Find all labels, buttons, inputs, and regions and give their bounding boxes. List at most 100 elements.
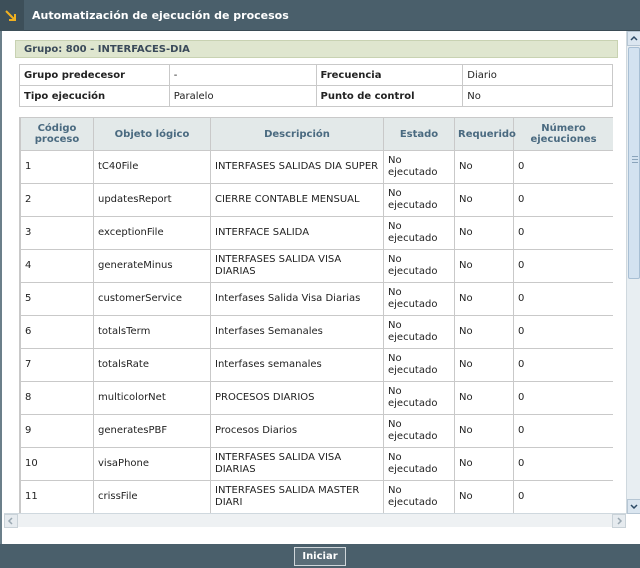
scroll-down-button[interactable]	[627, 499, 640, 514]
cell-required: No	[454, 381, 514, 415]
cell-executions: 0	[513, 216, 613, 250]
cell-status: No ejecutado	[383, 249, 455, 283]
chevron-down-icon	[630, 504, 638, 510]
cell-description: CIERRE CONTABLE MENSUAL	[210, 183, 384, 217]
cell-executions: 0	[513, 315, 613, 349]
scroll-right-button[interactable]	[612, 514, 626, 528]
checkpoint-label: Punto de control	[315, 85, 464, 107]
cell-object: totalsRate	[93, 348, 211, 382]
exec-type-value: Paralelo	[168, 85, 317, 107]
vertical-scrollbar[interactable]	[626, 31, 640, 514]
main-content: Grupo: 800 - INTERFACES-DIA	[15, 40, 618, 58]
chevron-right-icon	[617, 517, 623, 525]
chevron-left-icon	[7, 517, 13, 525]
cell-description: Interfases Salida Visa Diarias	[210, 282, 384, 316]
content-frame: Grupo: 800 - INTERFACES-DIA Grupo predec…	[0, 31, 640, 544]
exec-type-label: Tipo ejecución	[19, 85, 170, 107]
cell-object: totalsTerm	[93, 315, 211, 349]
cell-status: No ejecutado	[383, 381, 455, 415]
cell-required: No	[454, 447, 514, 481]
cell-description: INTERFASES SALIDAS DIA SUPER	[210, 150, 384, 184]
start-button[interactable]: Iniciar	[294, 547, 346, 566]
scroll-up-button[interactable]	[627, 31, 640, 46]
cell-required: No	[454, 150, 514, 184]
process-grid: Código proceso Objeto lógico Descripción…	[20, 117, 613, 514]
cell-executions: 0	[513, 480, 613, 514]
scroll-left-button[interactable]	[4, 514, 18, 528]
footer-bar: Iniciar	[0, 544, 640, 568]
table-row[interactable]: 3 exceptionFile INTERFACE SALIDA No ejecuta…	[20, 216, 613, 250]
cell-description: Interfases semanales	[210, 348, 384, 382]
horizontal-scrollbar[interactable]	[4, 513, 626, 528]
grid-header-row: Código proceso Objeto lógico Descripción…	[20, 117, 613, 151]
cell-code: 5	[20, 282, 94, 316]
table-row[interactable]: 11 crissFile INTERFASES SALIDA MASTER DIAR…	[20, 480, 613, 514]
cell-code: 11	[20, 480, 94, 514]
cell-object: generatesPBF	[93, 414, 211, 448]
cell-description: INTERFASES SALIDA MASTER DIARI	[210, 480, 384, 514]
cell-object: updatesReport	[93, 183, 211, 217]
col-header-required[interactable]: Requerido	[454, 117, 516, 151]
process-grid-container: Código proceso Objeto lógico Descripción…	[19, 117, 613, 514]
title-bar: Automatización de ejecución de procesos	[0, 0, 640, 31]
table-row[interactable]: 5 customerService Interfases Salida Visa D…	[20, 282, 613, 316]
table-row[interactable]: 1 tC40File INTERFASES SALIDAS DIA SUPER No …	[20, 150, 613, 184]
cell-executions: 0	[513, 348, 613, 382]
cell-code: 10	[20, 447, 94, 481]
cell-executions: 0	[513, 150, 613, 184]
cell-status: No ejecutado	[383, 447, 455, 481]
cell-object: customerService	[93, 282, 211, 316]
cell-code: 7	[20, 348, 94, 382]
table-row[interactable]: 2 updatesReport CIERRE CONTABLE MENSUAL No …	[20, 183, 613, 217]
cell-description: Interfases Semanales	[210, 315, 384, 349]
cell-status: No ejecutado	[383, 216, 455, 250]
col-header-description[interactable]: Descripción	[210, 117, 384, 151]
cell-object: crissFile	[93, 480, 211, 514]
table-row[interactable]: 6 totalsTerm Interfases Semanales No ejecut…	[20, 315, 613, 349]
table-row[interactable]: 10 visaPhone INTERFASES SALIDA VISA DIARIA…	[20, 447, 613, 481]
vertical-scroll-thumb[interactable]	[628, 47, 640, 279]
cell-required: No	[454, 282, 514, 316]
col-header-status[interactable]: Estado	[383, 117, 455, 151]
cell-required: No	[454, 249, 514, 283]
cell-description: Procesos Diarios	[210, 414, 384, 448]
cell-status: No ejecutado	[383, 183, 455, 217]
cell-executions: 0	[513, 282, 613, 316]
cell-status: No ejecutado	[383, 480, 455, 514]
cell-description: INTERFACE SALIDA	[210, 216, 384, 250]
cell-required: No	[454, 183, 514, 217]
cell-code: 3	[20, 216, 94, 250]
cell-code: 4	[20, 249, 94, 283]
col-header-object[interactable]: Objeto lógico	[93, 117, 211, 151]
cell-executions: 0	[513, 447, 613, 481]
group-info-table: Grupo predecesor - Frecuencia Diario Tip…	[19, 64, 613, 107]
cell-executions: 0	[513, 381, 613, 415]
table-row[interactable]: 9 generatesPBF Procesos Diarios No ejecutad…	[20, 414, 613, 448]
cell-status: No ejecutado	[383, 282, 455, 316]
frequency-label: Frecuencia	[315, 64, 464, 86]
col-header-executions[interactable]: Número ejecuciones	[513, 117, 613, 151]
predecessor-value: -	[168, 64, 317, 86]
col-header-code[interactable]: Código proceso	[20, 117, 94, 151]
checkpoint-value: No	[462, 85, 613, 107]
cell-description: INTERFASES SALIDA VISA DIARIAS	[210, 447, 384, 481]
window-title: Automatización de ejecución de procesos	[32, 9, 289, 22]
cell-code: 9	[20, 414, 94, 448]
table-row[interactable]: 4 generateMinus INTERFASES SALIDA VISA DIA…	[20, 249, 613, 283]
cell-required: No	[454, 216, 514, 250]
cell-object: exceptionFile	[93, 216, 211, 250]
cell-required: No	[454, 480, 514, 514]
cell-executions: 0	[513, 183, 613, 217]
cell-required: No	[454, 348, 514, 382]
cell-status: No ejecutado	[383, 414, 455, 448]
cell-status: No ejecutado	[383, 150, 455, 184]
cell-object: visaPhone	[93, 447, 211, 481]
chevron-up-icon	[630, 35, 638, 41]
cell-object: tC40File	[93, 150, 211, 184]
cell-executions: 0	[513, 249, 613, 283]
cell-required: No	[454, 315, 514, 349]
table-row[interactable]: 8 multicolorNet PROCESOS DIARIOS No ejecuta…	[20, 381, 613, 415]
frequency-value: Diario	[462, 64, 613, 86]
cell-status: No ejecutado	[383, 315, 455, 349]
table-row[interactable]: 7 totalsRate Interfases semanales No ejecut…	[20, 348, 613, 382]
